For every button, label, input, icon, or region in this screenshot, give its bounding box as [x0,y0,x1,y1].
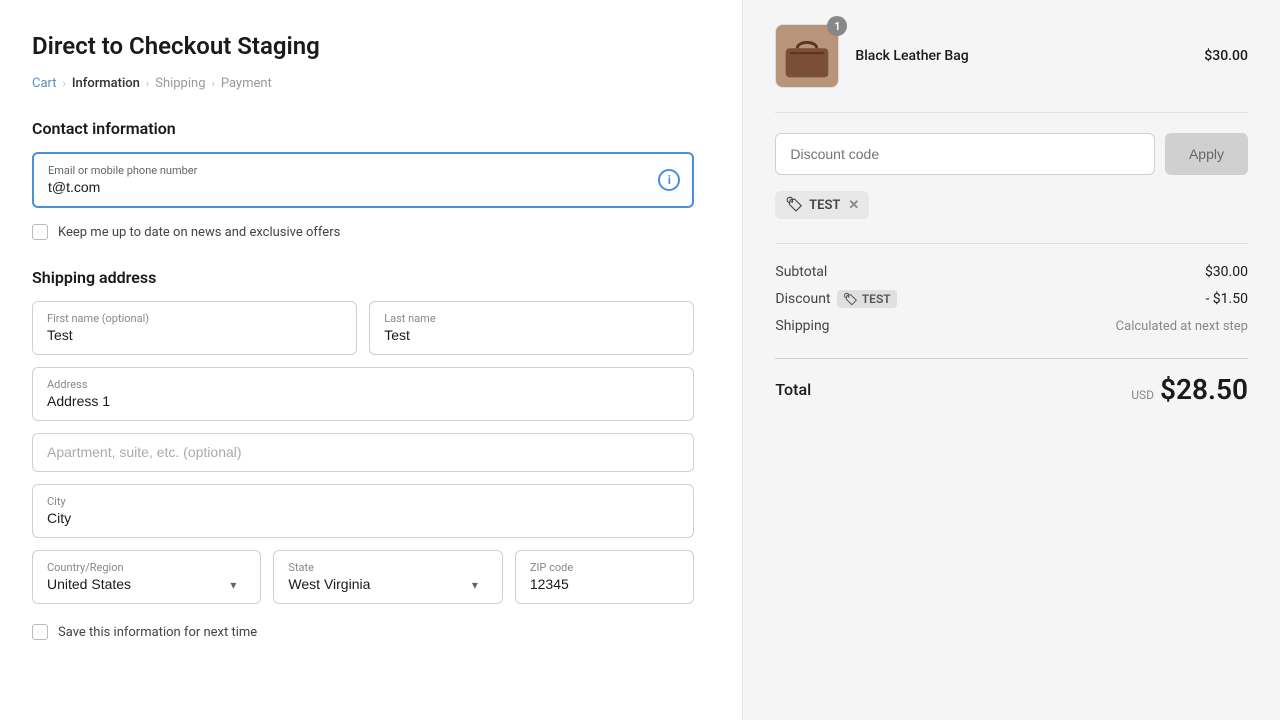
discount-text-label: Discount [775,291,830,307]
apartment-field [32,433,694,472]
name-row: First name (optional) Last name [32,301,694,355]
product-image-wrapper: 1 [775,24,839,88]
price-summary: Subtotal $30.00 Discount 🏷 TEST - $1.50 … [775,264,1248,334]
zip-label: ZIP code [530,561,680,574]
address-label: Address [47,378,679,391]
breadcrumb: Cart › Information › Shipping › Payment [32,76,694,91]
total-row: Total USD $28.50 [775,373,1248,406]
breadcrumb-chevron-2: › [146,77,149,90]
product-item: 1 Black Leather Bag $30.00 [775,24,1248,88]
divider-1 [775,112,1248,113]
applied-discount-tag: 🏷 TEST ✕ [775,191,869,219]
last-name-input[interactable] [384,327,679,343]
state-select[interactable]: West Virginia [288,576,487,592]
contact-section-title: Contact information [32,119,694,138]
email-label: Email or mobile phone number [48,164,648,177]
zip-input[interactable] [530,576,680,592]
total-value-group: USD $28.50 [1131,373,1248,406]
address-input[interactable] [47,393,679,409]
right-panel: 1 Black Leather Bag $30.00 Apply 🏷 TEST … [742,0,1280,720]
breadcrumb-payment: Payment [221,76,272,91]
country-select-wrapper: United States ▾ [47,576,246,593]
email-input[interactable] [48,179,648,195]
shipping-value: Calculated at next step [1116,319,1248,334]
discount-tag-icon-inline: 🏷 [843,292,858,306]
newsletter-label: Keep me up to date on news and exclusive… [58,225,340,240]
city-label: City [47,495,679,508]
save-info-checkbox[interactable] [32,624,48,640]
city-field: City [32,484,694,538]
subtotal-row: Subtotal $30.00 [775,264,1248,280]
address-field: Address [32,367,694,421]
tag-icon: 🏷 [785,197,803,213]
breadcrumb-shipping: Shipping [155,76,205,91]
newsletter-row: Keep me up to date on news and exclusive… [32,224,694,240]
apartment-input[interactable] [47,444,679,460]
breadcrumb-cart[interactable]: Cart [32,76,57,91]
quantity-badge: 1 [827,16,847,36]
last-name-label: Last name [384,312,679,325]
country-label: Country/Region [47,561,246,574]
subtotal-value: $30.00 [1205,264,1248,280]
apply-button[interactable]: Apply [1165,133,1248,175]
discount-input[interactable] [775,133,1155,175]
page-title: Direct to Checkout Staging [32,32,694,60]
product-price: $30.00 [1204,48,1248,64]
shipping-section-title: Shipping address [32,268,694,287]
discount-tag-label: TEST [809,198,840,213]
shipping-label: Shipping [775,318,829,334]
newsletter-checkbox[interactable] [32,224,48,240]
country-field: Country/Region United States ▾ [32,550,261,604]
subtotal-label: Subtotal [775,264,827,280]
discount-code-row: Apply [775,133,1248,175]
state-label: State [288,561,487,574]
left-panel: Direct to Checkout Staging Cart › Inform… [0,0,742,720]
first-name-field: First name (optional) [32,301,357,355]
breadcrumb-chevron-3: › [212,77,215,90]
email-field-wrapper: Email or mobile phone number i [32,152,694,208]
discount-label-group: Discount 🏷 TEST [775,290,896,308]
product-name: Black Leather Bag [855,48,1188,64]
first-name-input[interactable] [47,327,342,343]
state-select-wrapper: West Virginia ▾ [288,576,487,593]
discount-tag-code-inline: TEST [862,292,891,306]
country-state-zip-row: Country/Region United States ▾ State Wes… [32,550,694,604]
zip-field: ZIP code [515,550,695,604]
save-info-row: Save this information for next time [32,624,694,640]
discount-inline-tag: 🏷 TEST [837,290,897,308]
breadcrumb-information: Information [72,76,140,91]
save-info-label: Save this information for next time [58,625,257,640]
breadcrumb-chevron-1: › [63,77,66,90]
total-divider [775,358,1248,359]
shipping-row: Shipping Calculated at next step [775,318,1248,334]
divider-2 [775,243,1248,244]
total-amount: $28.50 [1160,373,1248,406]
state-field: State West Virginia ▾ [273,550,502,604]
info-icon: i [658,169,680,191]
city-input[interactable] [47,510,679,526]
last-name-field: Last name [369,301,694,355]
first-name-label: First name (optional) [47,312,342,325]
remove-discount-button[interactable]: ✕ [848,198,859,213]
total-label: Total [775,380,811,399]
discount-summary-row: Discount 🏷 TEST - $1.50 [775,290,1248,308]
discount-amount: - $1.50 [1205,291,1248,307]
country-select[interactable]: United States [47,576,246,592]
total-currency: USD [1131,388,1154,402]
